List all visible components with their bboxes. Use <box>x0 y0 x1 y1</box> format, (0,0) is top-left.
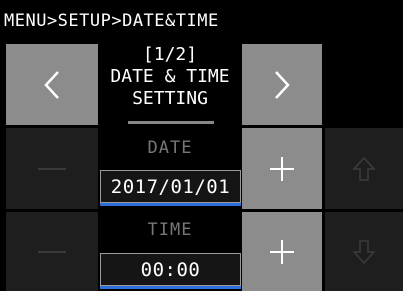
chevron-right-icon <box>275 70 290 99</box>
page-title: [1/2] DATE & TIME SETTING <box>100 44 240 124</box>
title-line-2: SETTING <box>132 88 208 109</box>
arrow-down-icon <box>352 239 376 264</box>
time-field[interactable]: 00:00 <box>100 253 241 286</box>
scroll-down-button[interactable] <box>325 212 403 291</box>
title-underline <box>128 121 214 124</box>
plus-icon <box>270 239 294 264</box>
page-indicator: [1/2] <box>142 44 198 65</box>
date-decrement-button[interactable] <box>6 128 98 209</box>
chevron-left-icon <box>44 70 59 99</box>
breadcrumb: MENU>SETUP>DATE&TIME <box>4 11 219 31</box>
arrow-up-icon <box>352 156 376 181</box>
next-page-button[interactable] <box>242 44 322 125</box>
minus-icon <box>38 250 66 253</box>
date-label: DATE <box>147 138 193 158</box>
prev-page-button[interactable] <box>6 44 98 125</box>
time-selection-bar <box>100 286 241 289</box>
title-line-1: DATE & TIME <box>110 66 230 87</box>
date-increment-button[interactable] <box>242 128 322 209</box>
time-label: TIME <box>147 220 193 240</box>
scroll-up-button[interactable] <box>325 128 403 209</box>
time-decrement-button[interactable] <box>6 212 98 291</box>
date-selection-bar <box>100 203 241 206</box>
time-increment-button[interactable] <box>242 212 322 291</box>
date-field[interactable]: 2017/01/01 <box>100 170 241 203</box>
minus-icon <box>38 167 66 170</box>
plus-icon <box>270 156 294 181</box>
